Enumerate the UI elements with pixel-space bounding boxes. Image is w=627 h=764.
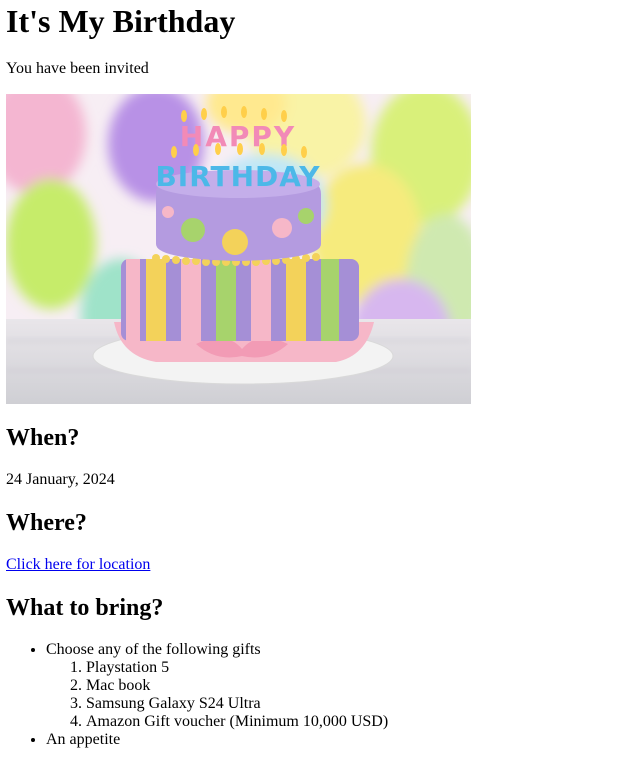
bring-list: Choose any of the following gifts Playst…	[6, 641, 388, 749]
gift-list: Playstation 5 Mac book Samsung Galaxy S2…	[46, 659, 388, 731]
when-heading: When?	[6, 425, 80, 451]
gift-item: Samsung Galaxy S24 Ultra	[86, 695, 388, 713]
location-link[interactable]: Click here for location	[6, 556, 150, 573]
where-heading: Where?	[6, 510, 87, 536]
birthday-cake-image: HAPPY BIRTHDAY	[6, 94, 471, 404]
invite-subtitle: You have been invited	[6, 60, 149, 77]
candle-text-bottom: BIRTHDAY	[155, 160, 320, 193]
gift-item: Playstation 5	[86, 659, 388, 677]
gift-item: Mac book	[86, 677, 388, 695]
gift-item: Amazon Gift voucher (Minimum 10,000 USD)	[86, 713, 388, 731]
event-date: 24 January, 2024	[6, 471, 115, 488]
gifts-label: Choose any of the following gifts	[46, 641, 261, 658]
page-title: It's My Birthday	[6, 3, 236, 39]
list-item: An appetite	[46, 731, 388, 749]
list-item: Choose any of the following gifts Playst…	[46, 641, 388, 731]
bring-heading: What to bring?	[6, 595, 164, 621]
